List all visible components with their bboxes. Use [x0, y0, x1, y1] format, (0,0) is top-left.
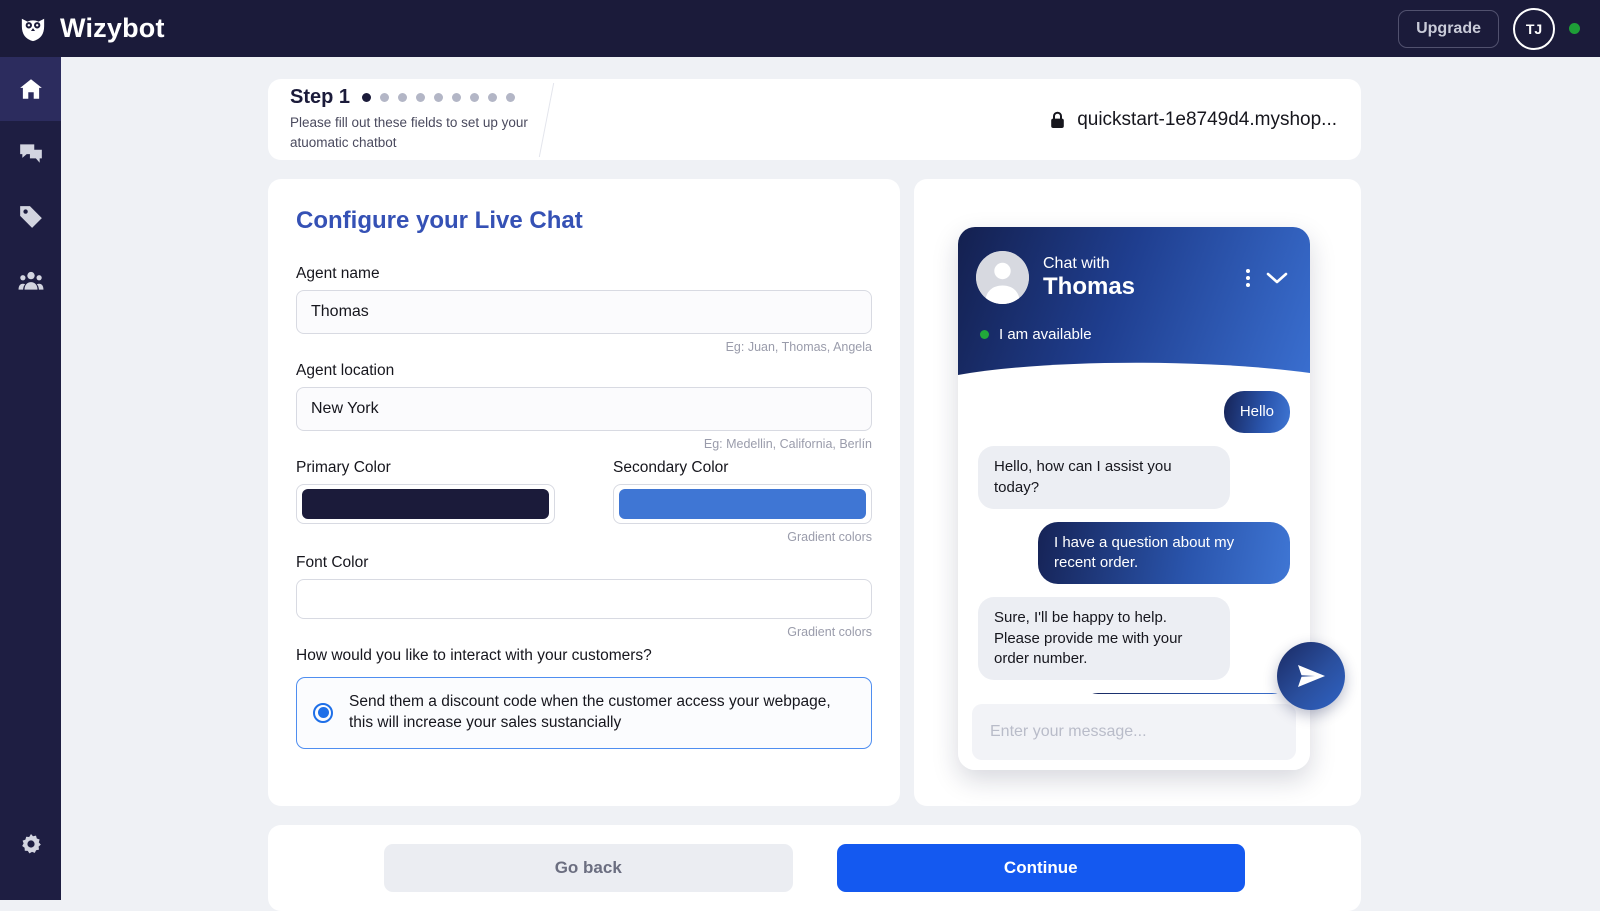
- agent-availability: I am available: [958, 304, 1310, 343]
- step-dot: [398, 93, 408, 103]
- sidebar-item-home[interactable]: [0, 57, 61, 121]
- home-icon: [19, 79, 42, 99]
- chat-message: Hello: [978, 391, 1290, 434]
- store-url: quickstart-1e8749d4.myshop...: [1049, 109, 1337, 131]
- agent-name-input[interactable]: [296, 290, 872, 334]
- font-color-picker[interactable]: [296, 579, 872, 619]
- step-dot: [416, 93, 426, 103]
- primary-color-swatch: [302, 489, 549, 519]
- message-bubble-user: Hello: [1223, 391, 1290, 434]
- step-title: Step 1: [290, 86, 351, 109]
- message-bubble-bot: Hello, how can I assist you today?: [978, 446, 1230, 509]
- step-dot: [506, 93, 516, 103]
- step-title-row: Step 1: [290, 86, 546, 109]
- step-info: Step 1 Please fill out these fields to s…: [268, 86, 546, 152]
- chat-title-group: Chat with Thomas: [1043, 254, 1135, 302]
- tag-icon: [19, 206, 42, 228]
- step-header-card: Step 1 Please fill out these fields to s…: [268, 79, 1361, 160]
- brand-logo[interactable]: Wizybot: [18, 13, 165, 44]
- color-pickers-row: Primary Color Secondary Color Gradient c…: [296, 459, 872, 552]
- step-dot: [452, 93, 462, 103]
- send-message-button[interactable]: [1277, 642, 1345, 710]
- agent-location-input[interactable]: [296, 387, 872, 431]
- primary-color-label: Primary Color: [296, 459, 391, 476]
- gear-icon: [21, 834, 41, 854]
- kebab-menu-icon[interactable]: [1246, 268, 1250, 287]
- upgrade-button[interactable]: Upgrade: [1398, 9, 1499, 48]
- main-content: Step 1 Please fill out these fields to s…: [61, 57, 1600, 911]
- avatar[interactable]: TJ: [1513, 7, 1555, 50]
- page-title: Configure your Live Chat: [296, 207, 583, 234]
- sidebar-item-products[interactable]: [0, 185, 61, 249]
- radio-selected-indicator: [317, 707, 329, 719]
- owl-icon: [21, 18, 45, 41]
- primary-color-group: Primary Color: [296, 459, 555, 552]
- chat-input-bar: [958, 694, 1310, 770]
- chat-message: I have a question about my recent order.: [978, 521, 1290, 585]
- agent-location-hint: Eg: Medellin, California, Berlín: [703, 437, 872, 451]
- step-progress-dots: [362, 93, 516, 103]
- sidebar-item-conversations[interactable]: [0, 121, 61, 185]
- secondary-color-swatch: [619, 489, 866, 519]
- sidebar-item-settings[interactable]: [0, 812, 61, 876]
- interaction-question: How would you like to interact with your…: [296, 647, 652, 664]
- secondary-color-hint: Gradient colors: [787, 530, 872, 544]
- wizard-footer: Go back Continue: [268, 825, 1361, 911]
- secondary-color-group: Secondary Color Gradient colors: [613, 459, 872, 552]
- secondary-color-label: Secondary Color: [613, 459, 729, 476]
- radio-button[interactable]: [313, 702, 333, 723]
- lock-icon: [1051, 111, 1064, 128]
- primary-color-picker[interactable]: [296, 484, 555, 524]
- people-icon: [18, 271, 43, 290]
- sidebar-item-customers[interactable]: [0, 249, 61, 313]
- chat-bubbles-icon: [19, 144, 42, 163]
- discount-code-option-label: Send them a discount code when the custo…: [349, 693, 831, 731]
- go-back-button[interactable]: Go back: [384, 844, 793, 892]
- panels-row: Configure your Live Chat Agent name Eg: …: [268, 179, 1361, 806]
- step-dot: [380, 93, 390, 103]
- agent-avatar: [976, 251, 1029, 304]
- sidebar: [0, 57, 61, 900]
- step-dot: [362, 93, 372, 103]
- discount-code-option[interactable]: Send them a discount code when the custo…: [296, 677, 872, 749]
- chevron-down-icon[interactable]: [1266, 271, 1288, 285]
- send-paper-plane-icon: [1298, 665, 1325, 687]
- chat-message: Hello, how can I assist you today?: [978, 446, 1290, 509]
- chat-message: Sure, I'll be happy to help. Please prov…: [978, 597, 1290, 680]
- step-dot: [470, 93, 480, 103]
- continue-button[interactable]: Continue: [836, 844, 1245, 892]
- secondary-color-picker[interactable]: [613, 484, 872, 524]
- configure-form-card: Configure your Live Chat Agent name Eg: …: [268, 179, 900, 806]
- step-subtitle: Please fill out these fields to set up y…: [290, 115, 528, 150]
- agent-name-label: Agent name: [296, 265, 380, 282]
- availability-text: I am available: [999, 326, 1092, 343]
- user-avatar-icon: [976, 251, 1029, 304]
- font-color-hint: Gradient colors: [787, 625, 872, 639]
- chat-preview-card: Chat with Thomas I am available Hello He…: [914, 179, 1361, 806]
- font-color-label: Font Color: [296, 554, 369, 571]
- step-dot: [488, 93, 498, 103]
- step-dot: [434, 93, 444, 103]
- chat-message-input[interactable]: [972, 704, 1296, 760]
- store-url-text: quickstart-1e8749d4.myshop...: [1077, 108, 1337, 130]
- availability-dot: [980, 330, 989, 339]
- agent-name-hint: Eg: Juan, Thomas, Angela: [725, 340, 872, 354]
- message-bubble-user: I have a question about my recent order.: [1038, 521, 1290, 585]
- message-bubble-bot: Sure, I'll be happy to help. Please prov…: [978, 597, 1230, 680]
- chat-header-actions: [1246, 268, 1292, 287]
- chat-widget-header: Chat with Thomas I am available: [958, 227, 1310, 383]
- chat-agent-name: Thomas: [1043, 272, 1136, 300]
- online-status-dot: [1569, 23, 1580, 34]
- agent-location-label: Agent location: [296, 362, 395, 379]
- top-bar: Wizybot Upgrade TJ: [0, 0, 1600, 57]
- topbar-right-group: Upgrade TJ: [1398, 7, 1580, 50]
- chat-widget: Chat with Thomas I am available Hello He…: [958, 227, 1310, 770]
- chat-header-top: Chat with Thomas: [958, 227, 1310, 304]
- chat-with-label: Chat with: [1043, 254, 1110, 272]
- brand-name: Wizybot: [60, 13, 165, 43]
